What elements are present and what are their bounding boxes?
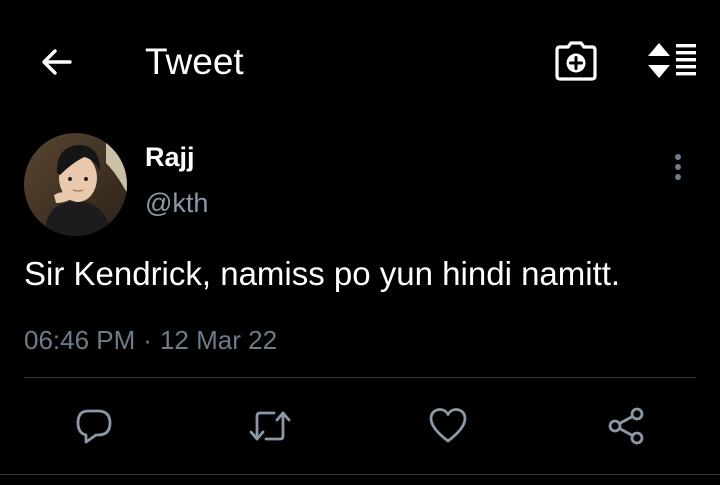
profile-photo <box>24 133 127 236</box>
meta-separator: · <box>143 325 152 355</box>
avatar[interactable] <box>24 133 127 236</box>
camera-button[interactable] <box>552 38 600 84</box>
reply-button[interactable] <box>72 404 116 448</box>
heart-icon <box>429 408 467 443</box>
more-vertical-icon <box>675 154 681 180</box>
tweet-date: 12 Mar 22 <box>159 325 278 355</box>
share-button[interactable] <box>604 404 648 448</box>
tweet-time: 06:46 PM <box>24 325 136 355</box>
sort-button[interactable] <box>644 38 700 84</box>
retweet-icon <box>249 411 291 441</box>
tweet-text: Sir Kendrick, namiss po yun hindi namitt… <box>24 255 621 292</box>
author-handle[interactable]: @kth <box>145 186 208 220</box>
back-button[interactable] <box>34 40 78 84</box>
more-options-button[interactable] <box>664 150 692 184</box>
camera-add-icon <box>555 41 597 81</box>
bottom-divider <box>0 474 720 475</box>
sort-list-icon <box>648 43 696 78</box>
page-title: Tweet <box>145 41 244 82</box>
arrow-left-icon <box>42 49 72 75</box>
tweet-timestamp: 06:46 PM · 12 Mar 22 <box>24 323 277 357</box>
reply-icon <box>76 409 112 444</box>
share-icon <box>608 407 644 445</box>
retweet-button[interactable] <box>248 404 292 448</box>
app-header: Tweet <box>0 0 720 124</box>
divider <box>24 377 696 378</box>
like-button[interactable] <box>426 404 470 448</box>
author-name[interactable]: Rajj <box>145 140 195 174</box>
